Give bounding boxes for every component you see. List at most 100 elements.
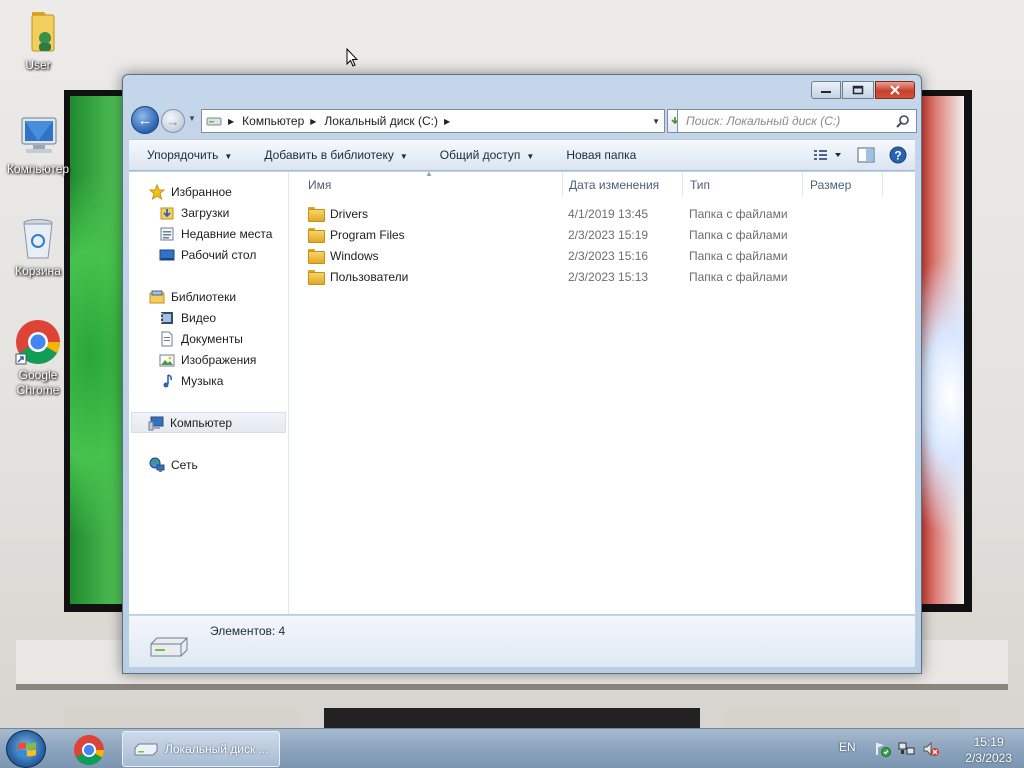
network-status-icon[interactable]: [898, 741, 916, 757]
nav-desktop[interactable]: Рабочий стол: [129, 244, 288, 265]
file-type: Папка с файлами: [689, 227, 788, 242]
new-folder-button[interactable]: Новая папка: [548, 148, 650, 162]
table-row[interactable]: Пользователи 2/3/2023 15:13 Папка с файлам…: [290, 266, 915, 287]
folder-icon: [308, 228, 325, 243]
desktop-icon-label: Компьютер: [6, 162, 70, 176]
start-button[interactable]: [6, 730, 46, 768]
nav-libraries-label: Библиотеки: [171, 289, 237, 304]
clock-date: 2/3/2023: [965, 751, 1012, 765]
nav-favorites[interactable]: Избранное: [129, 181, 288, 202]
computer-icon: [14, 112, 62, 160]
help-icon: ?: [889, 146, 907, 164]
file-date: 4/1/2019 13:45: [568, 206, 649, 221]
command-bar: Упорядочить ▼ Добавить в библиотеку ▼ Общи…: [129, 139, 915, 171]
nav-computer[interactable]: Компьютер: [131, 412, 286, 433]
desktop-icon-computer[interactable]: Компьютер: [0, 112, 76, 177]
chevron-down-icon: ▼: [188, 114, 196, 123]
nav-libraries[interactable]: Библиотеки: [129, 286, 288, 307]
language-indicator[interactable]: EN: [839, 740, 856, 754]
file-name: Windows: [330, 248, 379, 263]
nav-network[interactable]: Сеть: [129, 454, 288, 475]
column-header-type[interactable]: Тип: [683, 172, 803, 197]
breadcrumb-local-disk[interactable]: Локальный диск (C:): [324, 114, 438, 128]
preview-pane-button[interactable]: [857, 147, 875, 166]
svg-text:?: ?: [894, 149, 901, 163]
nav-videos[interactable]: Видео: [129, 307, 288, 328]
address-bar[interactable]: ▶ Компьютер ▶ Локальный диск (C:) ▶ ▼: [201, 109, 665, 133]
wallpaper-cabinet-left: [64, 708, 298, 728]
column-header-size[interactable]: Размер: [803, 172, 883, 197]
file-name: Пользователи: [330, 269, 409, 284]
search-input[interactable]: Поиск: Локальный диск (C:): [677, 109, 917, 133]
desktop-icon-chrome[interactable]: Google Chrome: [0, 318, 76, 398]
file-type: Папка с файлами: [689, 269, 788, 284]
column-header-name[interactable]: Имя: [290, 172, 563, 197]
windows-logo-icon: [18, 742, 36, 757]
libraries-icon: [149, 289, 165, 305]
wallpaper-cabinet-center: [324, 708, 700, 728]
table-row[interactable]: Program Files 2/3/2023 15:19 Папка с файла…: [290, 224, 915, 245]
computer-icon: [148, 415, 164, 431]
nav-pictures[interactable]: Изображения: [129, 349, 288, 370]
add-to-library-button[interactable]: Добавить в библиотеку ▼: [246, 148, 421, 162]
arrow-right-icon: →: [166, 113, 180, 129]
organize-menu-button[interactable]: Упорядочить ▼: [129, 148, 246, 162]
explorer-content: Избранное Загрузки Недавние места Рабочи…: [129, 169, 915, 614]
status-bar: Элементов: 4: [129, 615, 915, 667]
nav-computer-label: Компьютер: [170, 415, 233, 430]
nav-music[interactable]: Музыка: [129, 370, 288, 391]
video-icon: [159, 310, 175, 326]
recent-pages-dropdown[interactable]: ▼: [188, 114, 200, 126]
explorer-window[interactable]: ← → ▼ ▶ Компьютер ▶ Локальный диск (C:) …: [122, 74, 922, 674]
table-row[interactable]: Windows 2/3/2023 15:16 Папка с файлами: [290, 245, 915, 266]
table-row[interactable]: Drivers 4/1/2019 13:45 Папка с файлами: [290, 203, 915, 224]
column-header-date-label: Дата изменения: [569, 177, 660, 192]
nav-documents-label: Документы: [181, 331, 243, 346]
status-item-count: Элементов: 4: [210, 624, 286, 638]
search-icon[interactable]: [896, 114, 910, 131]
clock-time: 15:19: [973, 735, 1004, 749]
mouse-cursor-icon: [346, 48, 358, 67]
desktop-icon-user[interactable]: User: [0, 8, 76, 73]
forward-button[interactable]: →: [161, 109, 185, 133]
desktop-icon-label: Google Chrome: [16, 368, 60, 397]
minimize-button[interactable]: [811, 81, 841, 99]
nav-documents[interactable]: Документы: [129, 328, 288, 349]
drive-icon: [134, 743, 158, 756]
maximize-icon: [852, 85, 864, 95]
close-icon: [890, 85, 900, 95]
taskbar-chrome-button[interactable]: [70, 731, 110, 767]
drive-icon: [150, 637, 188, 657]
close-button[interactable]: [875, 81, 915, 99]
taskbar-explorer-task[interactable]: Локальный диск ...: [122, 731, 280, 767]
details-view-icon: [814, 150, 841, 160]
breadcrumb-computer[interactable]: Компьютер: [242, 114, 304, 128]
folder-icon: [308, 270, 325, 285]
desktop-icon-recycle-bin[interactable]: Корзина: [0, 214, 76, 279]
file-name-cell: Drivers: [308, 206, 368, 222]
volume-muted-icon[interactable]: [922, 741, 940, 757]
search-placeholder: Поиск: Локальный диск (C:): [686, 114, 841, 128]
file-name: Program Files: [330, 227, 405, 242]
nav-videos-label: Видео: [181, 310, 217, 325]
help-button[interactable]: ?: [889, 146, 907, 167]
taskbar: Локальный диск ... EN 15:19 2/3/2023: [0, 728, 1024, 768]
star-icon: [148, 183, 166, 200]
nav-recent-places[interactable]: Недавние места: [129, 223, 288, 244]
nav-downloads[interactable]: Загрузки: [129, 202, 288, 223]
share-button[interactable]: Общий доступ ▼: [422, 148, 549, 162]
back-button[interactable]: ←: [131, 106, 159, 134]
share-label: Общий доступ: [439, 148, 521, 162]
preview-pane-icon: [857, 147, 875, 163]
file-name: Drivers: [330, 206, 368, 221]
nav-favorites-label: Избранное: [171, 184, 232, 199]
clock[interactable]: 15:19 2/3/2023: [965, 734, 1012, 766]
breadcrumb-separator-icon: ▶: [228, 116, 235, 126]
maximize-button[interactable]: [842, 81, 874, 99]
column-header-date[interactable]: Дата изменения: [563, 172, 683, 197]
chrome-icon: [14, 318, 62, 366]
minimize-icon: [821, 91, 831, 93]
action-center-icon[interactable]: [874, 741, 892, 757]
view-mode-button[interactable]: [813, 148, 843, 165]
address-history-dropdown-icon[interactable]: ▼: [652, 117, 660, 126]
